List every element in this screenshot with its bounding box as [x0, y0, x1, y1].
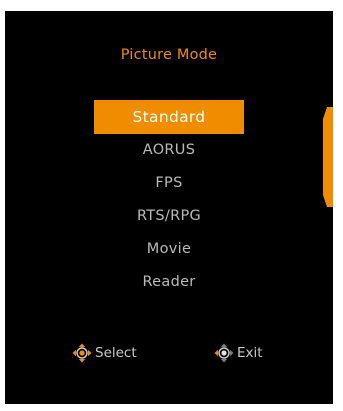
select-hint[interactable]: Select: [72, 343, 137, 363]
joystick-select-icon: [72, 343, 92, 363]
joystick-exit-icon: [214, 343, 234, 363]
osd-menu-panel: Picture Mode Standard AORUS FPS RTS/RPG …: [5, 11, 333, 404]
exit-hint[interactable]: Exit: [214, 343, 263, 363]
picture-mode-list: Standard AORUS FPS RTS/RPG Movie Reader: [5, 100, 333, 299]
mode-option-rts-rpg[interactable]: RTS/RPG: [94, 200, 244, 233]
mode-option-fps[interactable]: FPS: [94, 167, 244, 200]
exit-hint-label: Exit: [237, 345, 263, 361]
mode-option-standard[interactable]: Standard: [94, 100, 244, 134]
select-hint-label: Select: [95, 345, 137, 361]
side-scroll-tab: [323, 107, 333, 207]
mode-option-reader[interactable]: Reader: [94, 266, 244, 299]
mode-option-movie[interactable]: Movie: [94, 233, 244, 266]
menu-title: Picture Mode: [120, 47, 218, 63]
mode-option-aorus[interactable]: AORUS: [94, 134, 244, 167]
